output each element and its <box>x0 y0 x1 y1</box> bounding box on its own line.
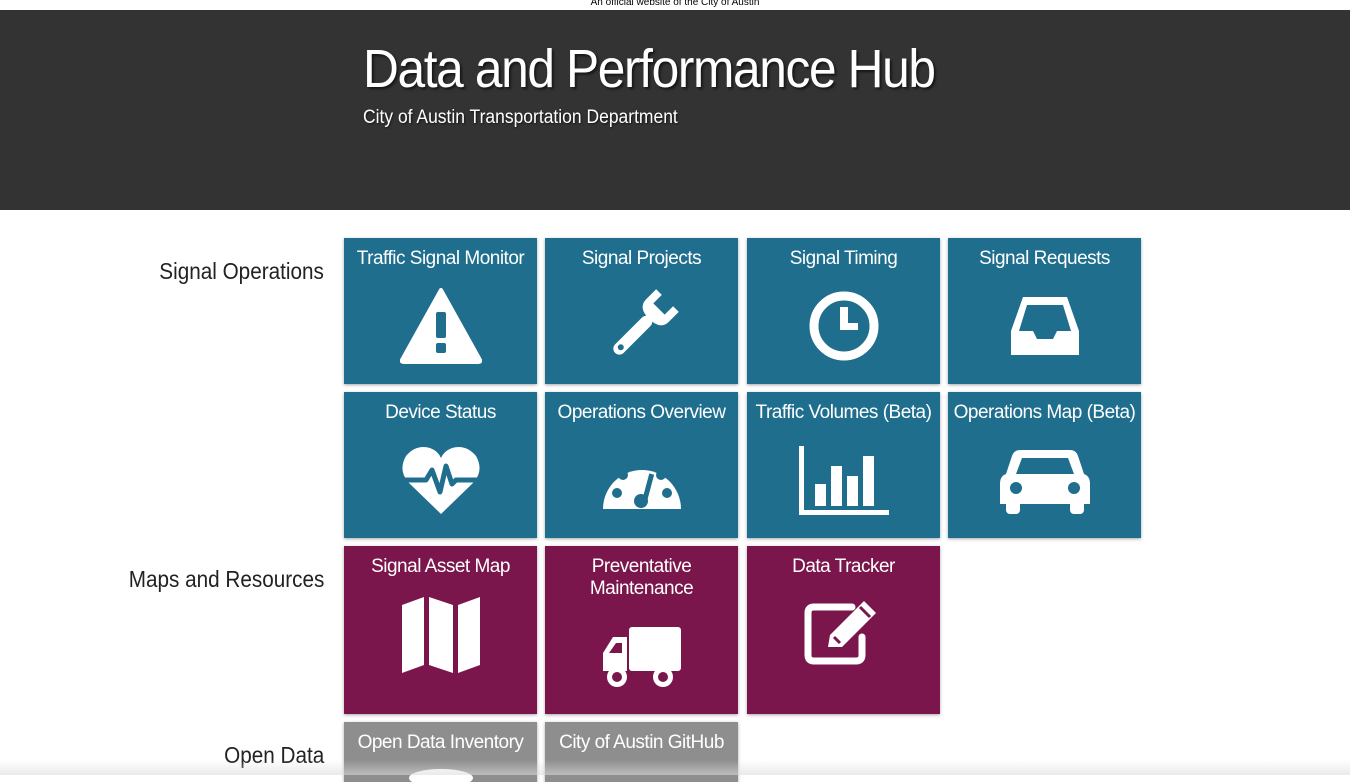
edit-icon <box>747 594 940 668</box>
tile-traffic-volumes-beta[interactable]: Traffic Volumes (Beta) <box>747 392 940 538</box>
car-icon <box>948 438 1141 522</box>
tile-label: Data Tracker <box>792 556 895 577</box>
tile-preventative-maintenance[interactable]: Preventative Maintenance <box>545 546 738 714</box>
tile-device-status[interactable]: Device Status <box>344 392 537 538</box>
heartbeat-icon <box>344 438 537 522</box>
tile-label: City of Austin GitHub <box>559 732 724 753</box>
tile-label: Signal Requests <box>979 248 1110 269</box>
inbox-icon <box>948 284 1141 368</box>
tile-label: Signal Timing <box>789 248 898 269</box>
bottom-scroll-shadow <box>0 760 1350 775</box>
wrench-icon <box>545 284 738 368</box>
bar-chart-icon <box>747 438 940 522</box>
tile-label: Device Status <box>385 402 496 423</box>
tile-operations-map-beta[interactable]: Operations Map (Beta) <box>948 392 1141 538</box>
page-header: Data and Performance Hub City of Austin … <box>0 10 1350 210</box>
tile-label: Traffic Signal Monitor <box>356 248 525 269</box>
tile-label: Preventative Maintenance <box>589 556 694 599</box>
tile-label: Operations Overview <box>557 402 726 423</box>
tile-signal-asset-map[interactable]: Signal Asset Map <box>344 546 537 714</box>
tile-signal-requests[interactable]: Signal Requests <box>948 238 1141 384</box>
dashboard-icon <box>545 438 738 522</box>
tile-label: Traffic Volumes (Beta) <box>755 402 932 423</box>
page-subtitle: City of Austin Transportation Department <box>363 107 678 128</box>
section-label-maps-and-resources: Maps and Resources <box>128 566 324 592</box>
tile-label: Signal Projects <box>581 248 702 269</box>
page-title: Data and Performance Hub <box>363 39 936 99</box>
tile-operations-overview[interactable]: Operations Overview <box>545 392 738 538</box>
map-icon <box>344 592 537 678</box>
tile-signal-projects[interactable]: Signal Projects <box>545 238 738 384</box>
tile-data-tracker[interactable]: Data Tracker <box>747 546 940 714</box>
tile-label: Operations Map (Beta) <box>953 402 1136 423</box>
tile-signal-timing[interactable]: Signal Timing <box>747 238 940 384</box>
section-label-signal-operations: Signal Operations <box>159 258 324 284</box>
tile-traffic-signal-monitor[interactable]: Traffic Signal Monitor <box>344 238 537 384</box>
official-website-banner: An official website of the City of Austi… <box>0 0 1350 10</box>
clock-icon <box>747 284 940 368</box>
warning-icon <box>344 284 537 368</box>
tile-label: Open Data Inventory <box>357 732 524 753</box>
tile-label: Signal Asset Map <box>371 556 510 577</box>
truck-icon <box>545 624 738 690</box>
